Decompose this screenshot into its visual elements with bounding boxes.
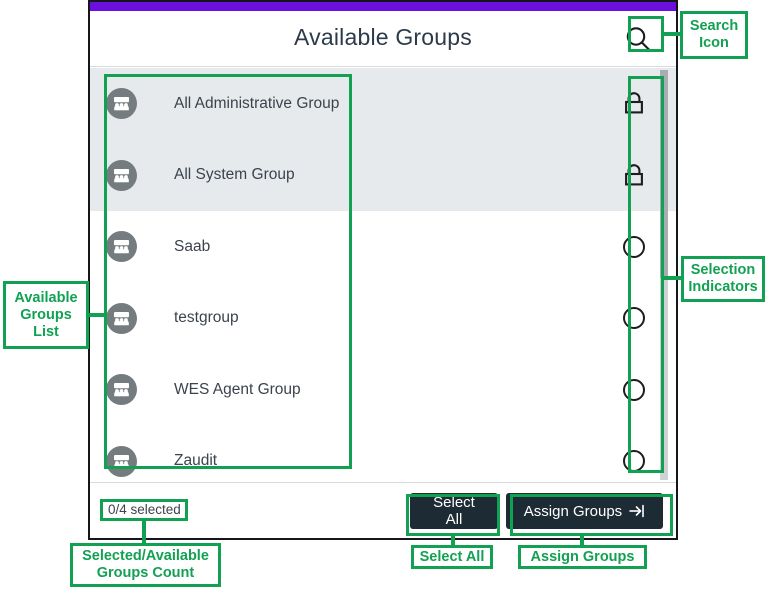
annotation-text: Groups Count [96,565,195,581]
group-name-label: All Administrative Group [174,94,340,112]
annotation-text: Select All [419,548,485,565]
list-scrollbar-thumb[interactable] [660,70,668,278]
annotation-text: Search Icon [689,18,739,51]
radio-circle [623,235,645,258]
annotation-label-selected-count: Selected/Available Groups Count [70,543,221,587]
group-name-label: WES Agent Group [174,380,301,398]
dialog-header: Available Groups [90,11,676,67]
group-name-label: testgroup [174,309,239,327]
selection-radio-unchecked[interactable] [621,305,647,331]
annotation-label-select-all: Select All [411,545,493,569]
select-all-label: Select All [433,494,475,528]
annotation-label-selection-indicators: Selection Indicators [681,256,765,302]
annotation-label-assign-groups: Assign Groups [518,545,647,569]
annotation-text: List [33,323,59,340]
annotation-label-groups-list: Available Groups List [3,281,89,349]
assign-groups-label: Assign Groups [523,502,623,520]
annotation-text: Available [14,289,78,306]
group-name-label: All System Group [174,166,295,184]
selection-radio-unchecked[interactable] [621,377,647,403]
annotation-label-search-icon: Search Icon [680,11,748,59]
group-name-label: Saab [174,237,211,255]
select-all-button[interactable]: Select All [410,493,498,529]
list-item[interactable]: WES Agent Group [90,354,676,426]
page-title: Available Groups [294,24,472,50]
list-item: All System Group [90,139,676,211]
selection-radio-unchecked[interactable] [621,448,647,474]
list-item[interactable]: Saab [90,211,676,283]
annotation-text: Groups [20,306,72,323]
assign-groups-button[interactable]: Assign Groups [506,493,663,529]
group-avatar-icon [106,231,137,263]
selection-radio-unchecked[interactable] [621,234,647,260]
annotation-text: Assign Groups [530,548,635,565]
annotation-text: Selection [690,262,756,278]
list-item[interactable]: Zaudit [90,425,676,482]
group-avatar-icon [106,88,137,120]
radio-circle [623,450,645,473]
radio-circle [623,378,645,401]
lock-icon [621,162,647,188]
annotation-text: Indicators [688,279,758,295]
arrow-to-bar-icon [629,504,645,518]
list-item: All Administrative Group [90,68,676,140]
group-avatar-icon [106,374,137,406]
lock-icon [621,91,647,117]
selected-groups-count: 0/4 selected [108,502,181,517]
annotation-text: Selected/Available [82,548,209,564]
group-avatar-icon [106,445,137,477]
available-groups-list[interactable]: All Administrative Group All System Group… [90,68,676,482]
available-groups-dialog: Available Groups All Administrative Grou… [88,0,678,540]
radio-circle [623,307,645,330]
search-icon[interactable] [622,23,654,55]
dialog-footer: 0/4 selected Select All Assign Groups [90,482,676,538]
accent-bar [90,2,676,11]
list-scrollbar[interactable] [660,70,668,480]
list-item[interactable]: testgroup [90,282,676,354]
group-avatar-icon [106,302,137,334]
group-name-label: Zaudit [174,452,218,470]
group-avatar-icon [106,159,137,191]
